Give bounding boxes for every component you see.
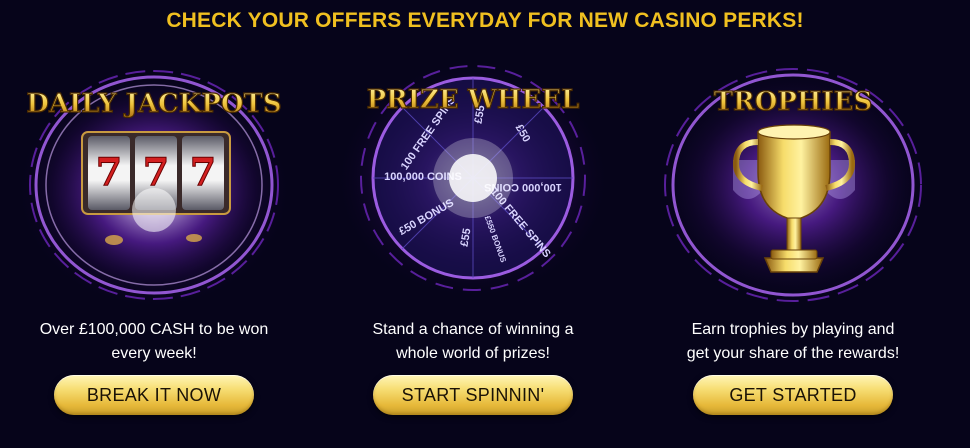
prize-wheel-title: PRIZE WHEEL (367, 85, 580, 115)
break-it-now-button[interactable]: BREAK IT NOW (54, 375, 254, 415)
reel-symbol-2: 7 (143, 149, 169, 194)
description-line: Over £100,000 CASH to be won (39, 321, 269, 338)
offer-card-daily-jackpots: 7 7 7 DAILY JACKPOTS Over £100,000 CASH … (4, 60, 304, 440)
reel-symbol-3: 7 (190, 149, 216, 194)
offer-card-trophies: TROPHIES Earn trophies by playing and ge… (643, 60, 943, 440)
offers-page: CHECK YOUR OFFERS EVERYDAY FOR NEW CASIN… (0, 0, 970, 448)
trophies-title: TROPHIES (714, 87, 872, 117)
trophies-description: Earn trophies by playing and get your sh… (643, 318, 943, 366)
daily-jackpots-title: DAILY JACKPOTS (26, 89, 281, 119)
trophies-artwork: TROPHIES (643, 60, 943, 305)
reel-symbol-1: 7 (96, 149, 122, 194)
description-line: whole world of prizes! (396, 345, 550, 362)
prize-wheel-description: Stand a chance of winning a whole world … (323, 318, 623, 366)
get-started-button[interactable]: GET STARTED (693, 375, 893, 415)
description-line: Earn trophies by playing and (691, 321, 895, 338)
description-line: every week! (111, 345, 197, 362)
daily-jackpots-description: Over £100,000 CASH to be won every week! (4, 318, 304, 366)
prize-wheel-artwork: 100 FREE SPINS £55 £50 100,000 COINS 100… (323, 60, 623, 305)
page-headline: CHECK YOUR OFFERS EVERYDAY FOR NEW CASIN… (166, 9, 804, 32)
offer-card-prize-wheel: 100 FREE SPINS £55 £50 100,000 COINS 100… (323, 60, 623, 440)
start-spinnin-button[interactable]: START SPINNIN' (373, 375, 573, 415)
daily-jackpots-artwork: 7 7 7 DAILY JACKPOTS (4, 60, 304, 305)
description-line: Stand a chance of winning a (372, 321, 574, 338)
description-line: get your share of the rewards! (686, 345, 900, 362)
